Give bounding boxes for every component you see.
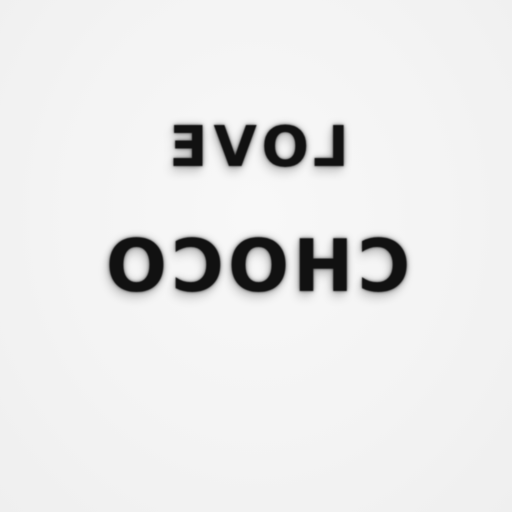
mirrored-word-choco: CHOCO bbox=[101, 224, 411, 308]
mirrored-word-love: LOVE bbox=[163, 115, 349, 180]
photo-scene: LOVE CHOCO bbox=[0, 0, 512, 512]
